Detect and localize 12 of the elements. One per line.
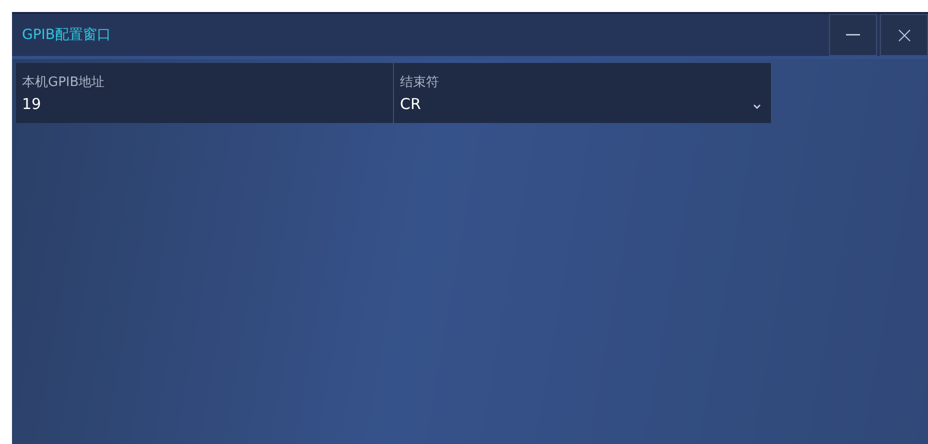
- dropdown-field[interactable]: 结束符 CR: [394, 63, 772, 123]
- minimize-button[interactable]: [829, 14, 877, 56]
- minimize-icon: [846, 34, 860, 36]
- field-label: 本机GPIB地址: [22, 74, 105, 91]
- field-value: CR: [400, 95, 421, 113]
- close-icon: [898, 28, 910, 42]
- field-value: 19: [22, 95, 42, 113]
- input-field[interactable]: 本机GPIB地址 19: [16, 63, 394, 123]
- field-label: 结束符: [400, 74, 439, 91]
- window-title: GPIB配置窗口: [21, 26, 112, 44]
- close-button[interactable]: [880, 14, 928, 56]
- chevron-down-icon: [753, 104, 761, 109]
